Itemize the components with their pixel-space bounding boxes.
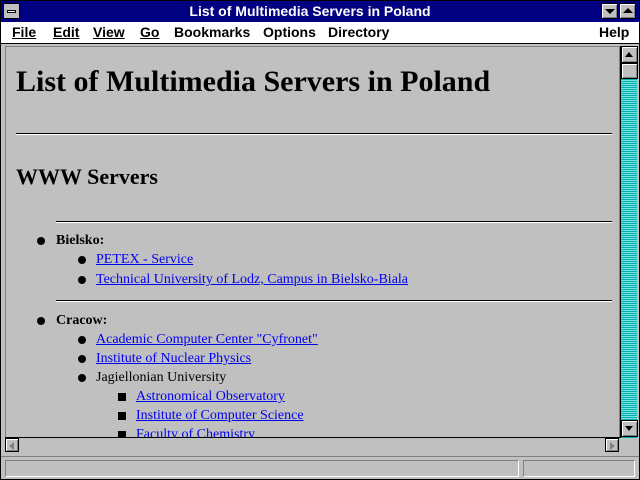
progress-field (523, 460, 635, 477)
square-bullet-icon (118, 393, 126, 401)
divider (56, 300, 612, 302)
menu-help[interactable]: Help (599, 24, 629, 40)
bullet-icon (78, 336, 86, 344)
link-computer-science[interactable]: Institute of Computer Science (136, 408, 304, 424)
bullet-icon (78, 374, 86, 382)
scroll-down-button[interactable] (621, 420, 638, 437)
section-heading: WWW Servers (16, 164, 158, 189)
menu-bookmarks[interactable]: Bookmarks (174, 24, 250, 40)
title-bar: List of Multimedia Servers in Poland (1, 1, 639, 22)
system-menu-icon[interactable] (3, 3, 20, 19)
city-label: Bielsko: (56, 233, 105, 248)
arrow-left-icon (9, 442, 14, 450)
status-bar (1, 456, 639, 479)
arrow-right-icon (610, 442, 615, 450)
menu-bar: File Edit View Go Bookmarks Options Dire… (1, 22, 639, 44)
bullet-icon (78, 276, 86, 284)
bullet-icon (78, 256, 86, 264)
minimize-icon (605, 9, 615, 14)
list-item-jagiellonian: Jagiellonian University (96, 370, 227, 385)
page-content[interactable]: List of Multimedia Servers in Poland WWW… (5, 46, 620, 439)
square-bullet-icon (118, 412, 126, 420)
maximize-icon (623, 8, 633, 13)
city-label: Cracow: (56, 313, 108, 328)
menu-view[interactable]: View (93, 24, 125, 40)
maximize-button[interactable] (619, 3, 636, 19)
link-tu-lodz-bielsko[interactable]: Technical University of Lodz, Campus in … (96, 272, 408, 288)
scroll-right-button[interactable] (605, 438, 619, 452)
status-message-field (5, 460, 519, 477)
menu-edit[interactable]: Edit (53, 24, 79, 40)
arrow-up-icon (625, 52, 633, 57)
page-title: List of Multimedia Servers in Poland (16, 65, 491, 98)
link-astronomical-observatory[interactable]: Astronomical Observatory (136, 389, 285, 405)
browser-window: List of Multimedia Servers in Poland Fil… (0, 0, 640, 480)
link-cyfronet[interactable]: Academic Computer Center "Cyfronet" (96, 332, 318, 348)
scroll-thumb[interactable] (621, 63, 638, 79)
window-title: List of Multimedia Servers in Poland (189, 3, 431, 19)
bullet-icon (37, 317, 45, 325)
menu-go[interactable]: Go (140, 24, 159, 40)
horizontal-scrollbar[interactable] (5, 437, 620, 454)
minimize-button[interactable] (601, 3, 618, 19)
arrow-down-icon (625, 426, 633, 431)
divider (56, 221, 612, 223)
vertical-scrollbar[interactable] (620, 46, 638, 438)
menu-directory[interactable]: Directory (328, 24, 389, 40)
scroll-left-button[interactable] (5, 438, 19, 452)
link-petex[interactable]: PETEX - Service (96, 252, 193, 268)
scroll-up-button[interactable] (621, 46, 638, 63)
menu-options[interactable]: Options (263, 24, 316, 40)
bullet-icon (37, 237, 45, 245)
link-nuclear-physics[interactable]: Institute of Nuclear Physics (96, 351, 251, 367)
bullet-icon (78, 355, 86, 363)
menu-file[interactable]: File (12, 24, 36, 40)
divider (16, 133, 612, 135)
